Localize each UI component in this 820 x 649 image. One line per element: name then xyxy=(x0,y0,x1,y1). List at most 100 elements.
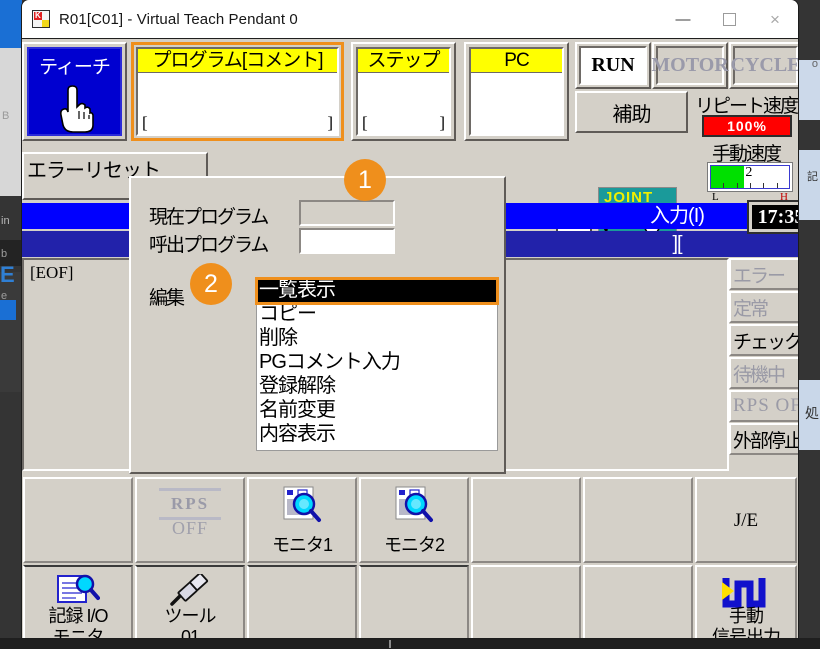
status-item-rps-off: RPS OFF xyxy=(729,390,798,422)
document-magnifier-icon xyxy=(57,574,100,603)
fkey-monitor-1-label: モニタ1 xyxy=(271,535,333,555)
repeat-speed-label: リピート速度 xyxy=(694,96,798,117)
kawasaki-logo-icon: K xyxy=(32,10,50,28)
pc-panel[interactable]: PC xyxy=(464,42,569,141)
pendant-client-area: ティーチ プログラム[コメント] [] ステップ [] PC RUN MOT… xyxy=(22,39,798,638)
fkey-blank-3[interactable] xyxy=(583,477,693,563)
menu-item-copy-label: コピー xyxy=(259,303,317,325)
edit-label: 編集 xyxy=(149,288,185,309)
tool-wrench-icon xyxy=(170,574,209,606)
call-program-input[interactable] xyxy=(299,228,395,254)
cycle-button[interactable]: CYCLE xyxy=(729,42,798,89)
monitor-magnifier-icon xyxy=(395,486,433,522)
manual-speed-slider[interactable]: 2 L H xyxy=(708,163,792,203)
status-label-waiting: 待機中 xyxy=(733,364,786,386)
status-label-check-single: チェック単一 xyxy=(733,331,798,353)
program-comment-header: プログラム[コメント] xyxy=(138,49,337,73)
fkey-blank-7[interactable] xyxy=(583,565,693,638)
status-label-steady: 定常 xyxy=(733,298,769,320)
manual-speed-level: 2 xyxy=(745,165,753,180)
minimize-button[interactable]: — xyxy=(660,0,706,38)
fkey-tool-01-line2: 01 xyxy=(180,627,200,638)
menu-item-delete[interactable]: 削除 xyxy=(257,327,497,351)
status-item-check-single: チェック単一 xyxy=(729,324,798,356)
fkey-record-io-monitor-line2: モニタ xyxy=(52,627,105,638)
step-bracket-open: [ xyxy=(362,113,368,132)
menu-item-unregister[interactable]: 登録解除 xyxy=(257,375,497,399)
background-ghost-right-1: 記 xyxy=(807,171,818,183)
status-label-error: エラー xyxy=(733,265,786,287)
fkey-blank-5[interactable] xyxy=(359,565,469,638)
fkey-record-io-monitor-label: 記録 I/O モニタ xyxy=(25,606,131,638)
maximize-icon xyxy=(722,12,736,26)
fkey-record-io-monitor[interactable]: 記録 I/O モニタ xyxy=(23,565,133,638)
motor-button[interactable]: MOTOR xyxy=(651,42,729,89)
status-item-external-stop: 外部停止 xyxy=(729,423,798,455)
background-blue-accent xyxy=(0,300,16,320)
status-item-waiting: 待機中 xyxy=(729,357,798,389)
repeat-speed-value: 100% xyxy=(702,115,792,137)
fkey-record-io-monitor-line1: 記録 I/O xyxy=(48,606,108,626)
fkey-tool-01-line1: ツール xyxy=(164,606,217,626)
fkey-blank-2[interactable] xyxy=(471,477,581,563)
program-comment-panel[interactable]: プログラム[コメント] [ ] xyxy=(131,42,344,141)
fkey-manual-signal-output-label: 手動 信号出力 xyxy=(697,606,795,638)
background-right-panel-2 xyxy=(796,150,820,220)
status-label-rps-off: RPS OFF xyxy=(733,395,798,416)
cycle-label: CYCLE xyxy=(731,46,798,85)
virtual-teach-pendant-window: K R01[C01] - Virtual Teach Pendant 0 — × xyxy=(22,0,798,638)
menu-item-show-contents-label: 内容表示 xyxy=(259,423,336,445)
square-wave-icon xyxy=(722,578,766,608)
minimize-icon: — xyxy=(675,10,691,28)
manual-speed-low-label: L xyxy=(712,191,719,203)
background-app-titlebar xyxy=(0,0,22,48)
menu-item-show-contents[interactable]: 内容表示 xyxy=(257,423,497,447)
aux-button[interactable]: 補助 xyxy=(575,91,688,133)
fkey-rps-off[interactable]: RPS OFF xyxy=(135,477,245,563)
menu-item-copy[interactable]: コピー xyxy=(257,303,497,327)
step-bracket-close: ] xyxy=(439,113,445,132)
fkey-blank-1[interactable] xyxy=(23,477,133,563)
step-panel[interactable]: ステップ [ ] xyxy=(351,42,456,141)
close-icon: × xyxy=(770,9,780,29)
rps-icon-label: RPS xyxy=(170,494,210,513)
maximize-button[interactable] xyxy=(706,0,752,38)
fkey-manual-signal-output[interactable]: 手動 信号出力 xyxy=(695,565,797,638)
program-eof-marker: [EOF] xyxy=(30,263,74,282)
step-value-area[interactable]: [ ] xyxy=(358,73,449,134)
edit-menu-dropdown[interactable]: 一覧表示 コピー 削除 PGコメント入力 登録解除 名前変更 内容表示 xyxy=(255,277,499,451)
pc-value-area[interactable] xyxy=(471,73,562,134)
fkey-rps-off-label: OFF xyxy=(171,518,209,538)
fkey-monitor-2-label: モニタ2 xyxy=(383,535,445,555)
fkey-je[interactable]: J/E xyxy=(695,477,797,563)
window-titlebar[interactable]: K R01[C01] - Virtual Teach Pendant 0 — × xyxy=(22,0,798,39)
program-edit-dialog: 現在プログラム 呼出プログラム 編集 一覧表示 コピー 削除 PGコメント入力 … xyxy=(129,176,506,474)
fkey-monitor-1[interactable]: モニタ1 xyxy=(247,477,357,563)
fkey-blank-6[interactable] xyxy=(471,565,581,638)
program-comment-value-area[interactable]: [ ] xyxy=(138,73,337,134)
fkey-je-label: J/E xyxy=(733,510,759,531)
background-ghost-text-in: in xyxy=(1,215,10,227)
menu-item-pg-comment-input[interactable]: PGコメント入力 xyxy=(257,351,497,375)
fkey-blank-4[interactable] xyxy=(247,565,357,638)
current-program-label: 現在プログラム xyxy=(149,207,269,228)
call-program-label: 呼出プログラム xyxy=(149,235,269,256)
background-ghost-text-b2: b xyxy=(1,248,8,260)
mode-bar-input-brackets[interactable]: ][ xyxy=(556,231,798,257)
screen-root: B in b E e 記 処 o K R01[C01] - Virtual Te… xyxy=(0,0,820,649)
window-title: R01[C01] - Virtual Teach Pendant 0 xyxy=(59,10,298,28)
program-comment-bracket-close: ] xyxy=(327,113,333,132)
current-program-input[interactable] xyxy=(299,200,395,226)
taskbar[interactable] xyxy=(0,638,820,649)
fkey-tool-01[interactable]: ツール 01 xyxy=(135,565,245,638)
program-comment-bracket-open: [ xyxy=(142,113,148,132)
fkey-monitor-2[interactable]: モニタ2 xyxy=(359,477,469,563)
menu-item-list-display[interactable]: 一覧表示 xyxy=(255,277,499,305)
teach-mode-button[interactable]: ティーチ xyxy=(22,42,127,141)
background-ghost-text-b: B xyxy=(2,110,10,122)
menu-item-list-display-label: 一覧表示 xyxy=(259,279,336,301)
run-button[interactable]: RUN xyxy=(575,42,651,89)
close-button[interactable]: × xyxy=(752,0,798,38)
status-item-error: エラー xyxy=(729,258,798,290)
menu-item-rename[interactable]: 名前変更 xyxy=(257,399,497,423)
